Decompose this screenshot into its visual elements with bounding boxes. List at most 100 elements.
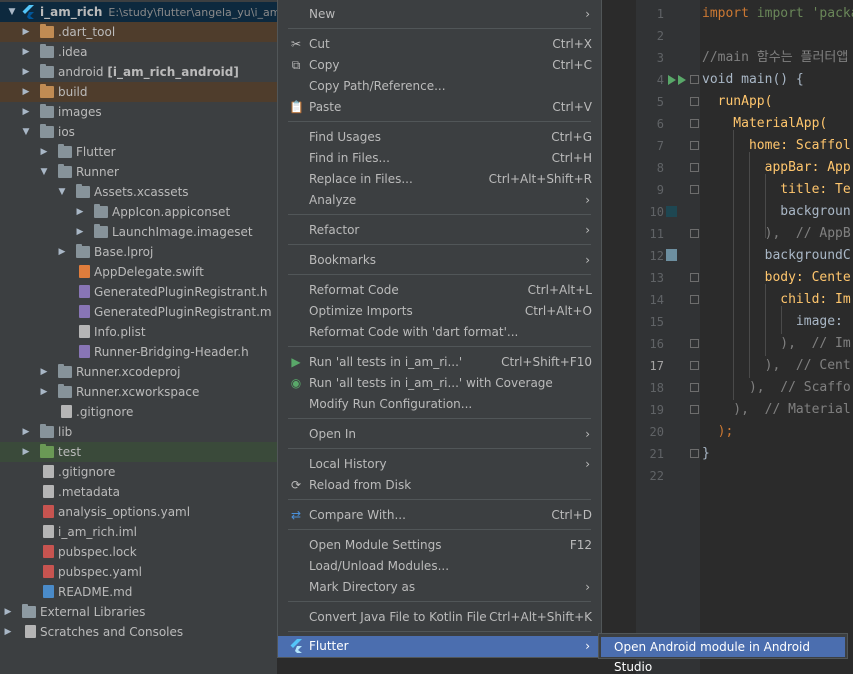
tree-row-pubspec-yaml[interactable]: pubspec.yaml	[0, 562, 277, 582]
fold-marker-icon[interactable]	[690, 75, 699, 84]
chevron-right-icon[interactable]: ▶	[20, 442, 32, 462]
tree-row-plugin-m[interactable]: GeneratedPluginRegistrant.m	[0, 302, 277, 322]
tree-row-ios[interactable]: ▼ ios	[0, 122, 277, 142]
tree-row-android[interactable]: ▶ android [i_am_rich_android]	[0, 62, 277, 82]
chevron-down-icon[interactable]: ▼	[38, 162, 50, 182]
tree-row-appdelegate[interactable]: AppDelegate.swift	[0, 262, 277, 282]
chevron-down-icon[interactable]: ▼	[6, 2, 18, 22]
tree-row-root[interactable]: ▼ i_am_rich E:\study\flutter\angela_yu\i_…	[0, 2, 277, 22]
run-gutter-icon[interactable]	[667, 74, 689, 86]
chevron-right-icon[interactable]: ▶	[38, 142, 50, 162]
fold-marker-icon[interactable]	[690, 383, 699, 392]
tree-row-build[interactable]: ▶ build	[0, 82, 277, 102]
chevron-right-icon[interactable]: ▶	[20, 62, 32, 82]
menu-item-compare-with[interactable]: ⇄ Compare With... Ctrl+D	[278, 505, 601, 526]
tree-row-xcworkspace[interactable]: ▶ Runner.xcworkspace	[0, 382, 277, 402]
chevron-down-icon[interactable]: ▼	[20, 122, 32, 142]
tree-row-info-plist[interactable]: Info.plist	[0, 322, 277, 342]
menu-item-bookmarks[interactable]: Bookmarks ›	[278, 250, 601, 271]
code-text: ), // AppB	[702, 226, 851, 241]
chevron-right-icon[interactable]: ▶	[74, 222, 86, 242]
tree-row-analysis-options[interactable]: analysis_options.yaml	[0, 502, 277, 522]
fold-marker-icon[interactable]	[690, 361, 699, 370]
menu-item-module-settings[interactable]: Open Module Settings F12	[278, 535, 601, 556]
chevron-right-icon[interactable]: ▶	[56, 242, 68, 262]
chevron-right-icon[interactable]: ▶	[20, 82, 32, 102]
menu-item-dart-format[interactable]: Reformat Code with 'dart format'...	[278, 322, 601, 343]
tree-row-iml[interactable]: i_am_rich.iml	[0, 522, 277, 542]
tree-row-pubspec-lock[interactable]: pubspec.lock	[0, 542, 277, 562]
tree-label: .gitignore	[76, 405, 134, 419]
menu-label: Paste	[309, 100, 342, 114]
menu-item-flutter[interactable]: Flutter ›	[278, 636, 601, 657]
image-preview-icon[interactable]	[666, 249, 677, 261]
fold-marker-icon[interactable]	[690, 119, 699, 128]
chevron-right-icon[interactable]: ▶	[38, 362, 50, 382]
fold-marker-icon[interactable]	[690, 185, 699, 194]
tree-row-idea[interactable]: ▶ .idea	[0, 42, 277, 62]
fold-marker-icon[interactable]	[690, 141, 699, 150]
code-editor[interactable]: 1 2 3 4 5 6 7 8 9 10 11 12 13 14 15 16 1…	[636, 0, 853, 674]
menu-item-analyze[interactable]: Analyze ›	[278, 190, 601, 211]
tree-row-xcodeproj[interactable]: ▶ Runner.xcodeproj	[0, 362, 277, 382]
fold-marker-icon[interactable]	[690, 449, 699, 458]
fold-marker-icon[interactable]	[690, 295, 699, 304]
menu-item-modify-run-config[interactable]: Modify Run Configuration...	[278, 394, 601, 415]
chevron-right-icon[interactable]: ▶	[20, 22, 32, 42]
color-swatch-icon[interactable]	[666, 206, 677, 217]
fold-marker-icon[interactable]	[690, 405, 699, 414]
menu-item-reload-from-disk[interactable]: ⟳ Reload from Disk	[278, 475, 601, 496]
menu-item-run-coverage[interactable]: ◉ Run 'all tests in i_am_ri...' with Cov…	[278, 373, 601, 394]
chevron-right-icon[interactable]: ▶	[20, 42, 32, 62]
chevron-right-icon[interactable]: ▶	[2, 622, 14, 642]
chevron-right-icon[interactable]: ▶	[74, 202, 86, 222]
tree-row-gitignore[interactable]: .gitignore	[0, 462, 277, 482]
menu-item-copy[interactable]: ⧉ Copy Ctrl+C	[278, 55, 601, 76]
chevron-down-icon[interactable]: ▼	[56, 182, 68, 202]
menu-item-load-unload-modules[interactable]: Load/Unload Modules...	[278, 556, 601, 577]
tree-row-bridging-header[interactable]: Runner-Bridging-Header.h	[0, 342, 277, 362]
tree-row-readme[interactable]: README.md	[0, 582, 277, 602]
tree-row-test[interactable]: ▶ test	[0, 442, 277, 462]
tree-row-images[interactable]: ▶ images	[0, 102, 277, 122]
code-text: child: Im	[702, 292, 851, 307]
tree-row-ios-gitignore[interactable]: .gitignore	[0, 402, 277, 422]
menu-item-convert-to-kotlin[interactable]: Convert Java File to Kotlin File Ctrl+Alt…	[278, 607, 601, 628]
chevron-right-icon[interactable]: ▶	[20, 102, 32, 122]
menu-item-mark-directory[interactable]: Mark Directory as ›	[278, 577, 601, 598]
menu-item-open-android-module[interactable]: Open Android module in Android Studio	[601, 637, 845, 674]
menu-item-cut[interactable]: ✂ Cut Ctrl+X	[278, 34, 601, 55]
tree-row-dart-tool[interactable]: ▶ .dart_tool	[0, 22, 277, 42]
menu-item-run-tests[interactable]: ▶ Run 'all tests in i_am_ri...' Ctrl+Shif…	[278, 352, 601, 373]
chevron-right-icon[interactable]: ▶	[20, 422, 32, 442]
tree-row-lib[interactable]: ▶ lib	[0, 422, 277, 442]
menu-item-refactor[interactable]: Refactor ›	[278, 220, 601, 241]
tree-row-metadata[interactable]: .metadata	[0, 482, 277, 502]
menu-item-open-in[interactable]: Open In ›	[278, 424, 601, 445]
menu-item-replace-in-files[interactable]: Replace in Files... Ctrl+Alt+Shift+R	[278, 169, 601, 190]
chevron-right-icon[interactable]: ▶	[2, 602, 14, 622]
chevron-right-icon[interactable]: ▶	[38, 382, 50, 402]
tree-row-runner[interactable]: ▼ Runner	[0, 162, 277, 182]
menu-item-find-usages[interactable]: Find Usages Ctrl+G	[278, 127, 601, 148]
tree-row-appicon[interactable]: ▶ AppIcon.appiconset	[0, 202, 277, 222]
fold-marker-icon[interactable]	[690, 273, 699, 282]
tree-row-external-libraries[interactable]: ▶ External Libraries	[0, 602, 277, 622]
menu-item-copy-path[interactable]: Copy Path/Reference...	[278, 76, 601, 97]
fold-marker-icon[interactable]	[690, 229, 699, 238]
menu-item-optimize-imports[interactable]: Optimize Imports Ctrl+Alt+O	[278, 301, 601, 322]
tree-row-flutter[interactable]: ▶ Flutter	[0, 142, 277, 162]
menu-item-paste[interactable]: 📋 Paste Ctrl+V	[278, 97, 601, 118]
fold-marker-icon[interactable]	[690, 163, 699, 172]
menu-item-local-history[interactable]: Local History ›	[278, 454, 601, 475]
fold-marker-icon[interactable]	[690, 339, 699, 348]
tree-row-launchimage[interactable]: ▶ LaunchImage.imageset	[0, 222, 277, 242]
menu-item-new[interactable]: New ›	[278, 4, 601, 25]
fold-marker-icon[interactable]	[690, 97, 699, 106]
tree-row-base-lproj[interactable]: ▶ Base.lproj	[0, 242, 277, 262]
tree-row-scratches[interactable]: ▶ Scratches and Consoles	[0, 622, 277, 642]
menu-item-find-in-files[interactable]: Find in Files... Ctrl+H	[278, 148, 601, 169]
menu-item-reformat-code[interactable]: Reformat Code Ctrl+Alt+L	[278, 280, 601, 301]
tree-row-plugin-h[interactable]: GeneratedPluginRegistrant.h	[0, 282, 277, 302]
tree-row-assets[interactable]: ▼ Assets.xcassets	[0, 182, 277, 202]
